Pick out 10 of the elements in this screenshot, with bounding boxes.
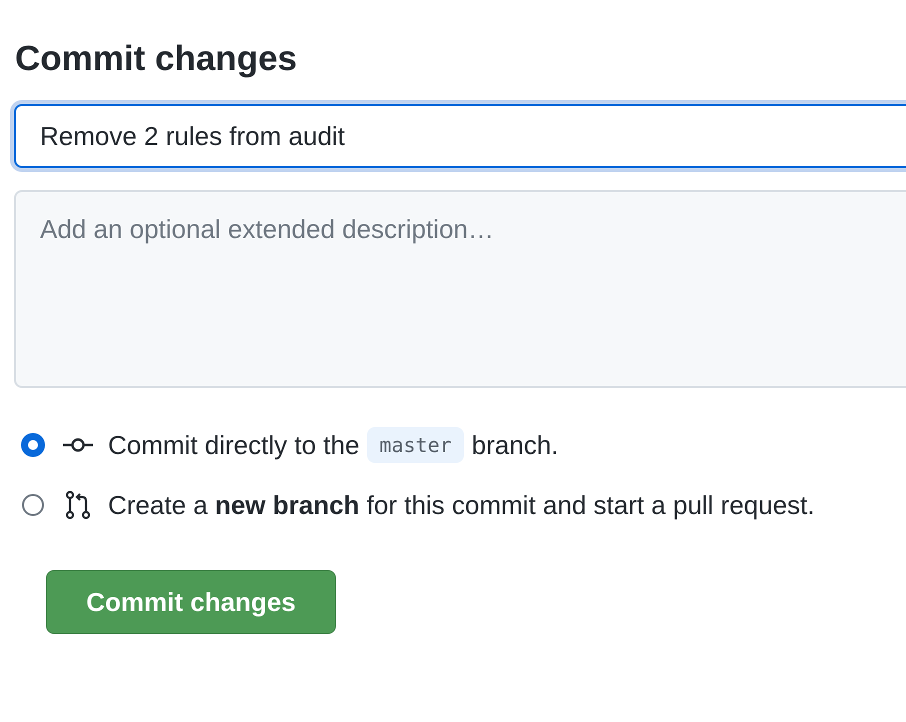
option-label: branch. (472, 430, 558, 460)
radio-button[interactable] (22, 434, 44, 456)
option-label: Create a new branch for this commit and start a pull request. (108, 490, 815, 520)
branch-name: master (367, 427, 464, 463)
radio-button[interactable] (22, 494, 44, 516)
commit-summary-field[interactable]: Remove 2 rules from audit (14, 104, 906, 168)
section-title: Commit changes (15, 38, 298, 80)
description-field[interactable]: Add an optional extended description… (14, 190, 906, 388)
option-label: Commit directly to the (108, 430, 360, 460)
commit-icon (62, 437, 94, 453)
